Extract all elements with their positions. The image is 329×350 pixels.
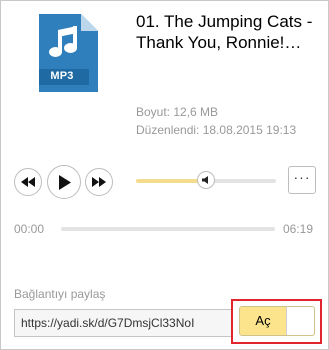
file-type-label: MP3 xyxy=(50,70,74,82)
rewind-button[interactable] xyxy=(14,168,42,196)
share-link-label: Bağlantıyı paylaş xyxy=(14,287,106,301)
file-title: 01. The Jumping Cats - Thank You, Ronnie… xyxy=(136,12,313,52)
fast-forward-button[interactable] xyxy=(85,168,113,196)
volume-level-fill xyxy=(136,179,206,183)
share-toggle-label: Aç xyxy=(255,313,271,328)
seek-bar[interactable] xyxy=(61,227,275,231)
play-icon xyxy=(58,174,71,190)
duration-time: 06:19 xyxy=(283,222,314,236)
file-size: Boyut: 12,6 MB xyxy=(136,105,219,119)
play-button[interactable] xyxy=(47,165,81,199)
volume-slider[interactable] xyxy=(136,171,276,189)
more-options-button[interactable]: ··· xyxy=(288,166,316,194)
fast-forward-icon xyxy=(92,177,106,187)
speaker-icon xyxy=(202,176,208,184)
current-time: 00:00 xyxy=(14,222,45,236)
share-link-field[interactable]: https://yadi.sk/d/G7DmsjCl33NoI xyxy=(14,309,232,337)
share-toggle[interactable]: Aç xyxy=(239,306,315,336)
volume-handle[interactable] xyxy=(197,171,215,189)
file-preview-panel: MP3 01. The Jumping Cats - Thank You, Ro… xyxy=(0,0,329,350)
mp3-file-icon: MP3 xyxy=(37,14,98,92)
share-toggle-knob xyxy=(286,307,314,335)
file-modified-date: Düzenlendi: 18.08.2015 19:13 xyxy=(136,123,297,137)
rewind-icon xyxy=(21,177,35,187)
